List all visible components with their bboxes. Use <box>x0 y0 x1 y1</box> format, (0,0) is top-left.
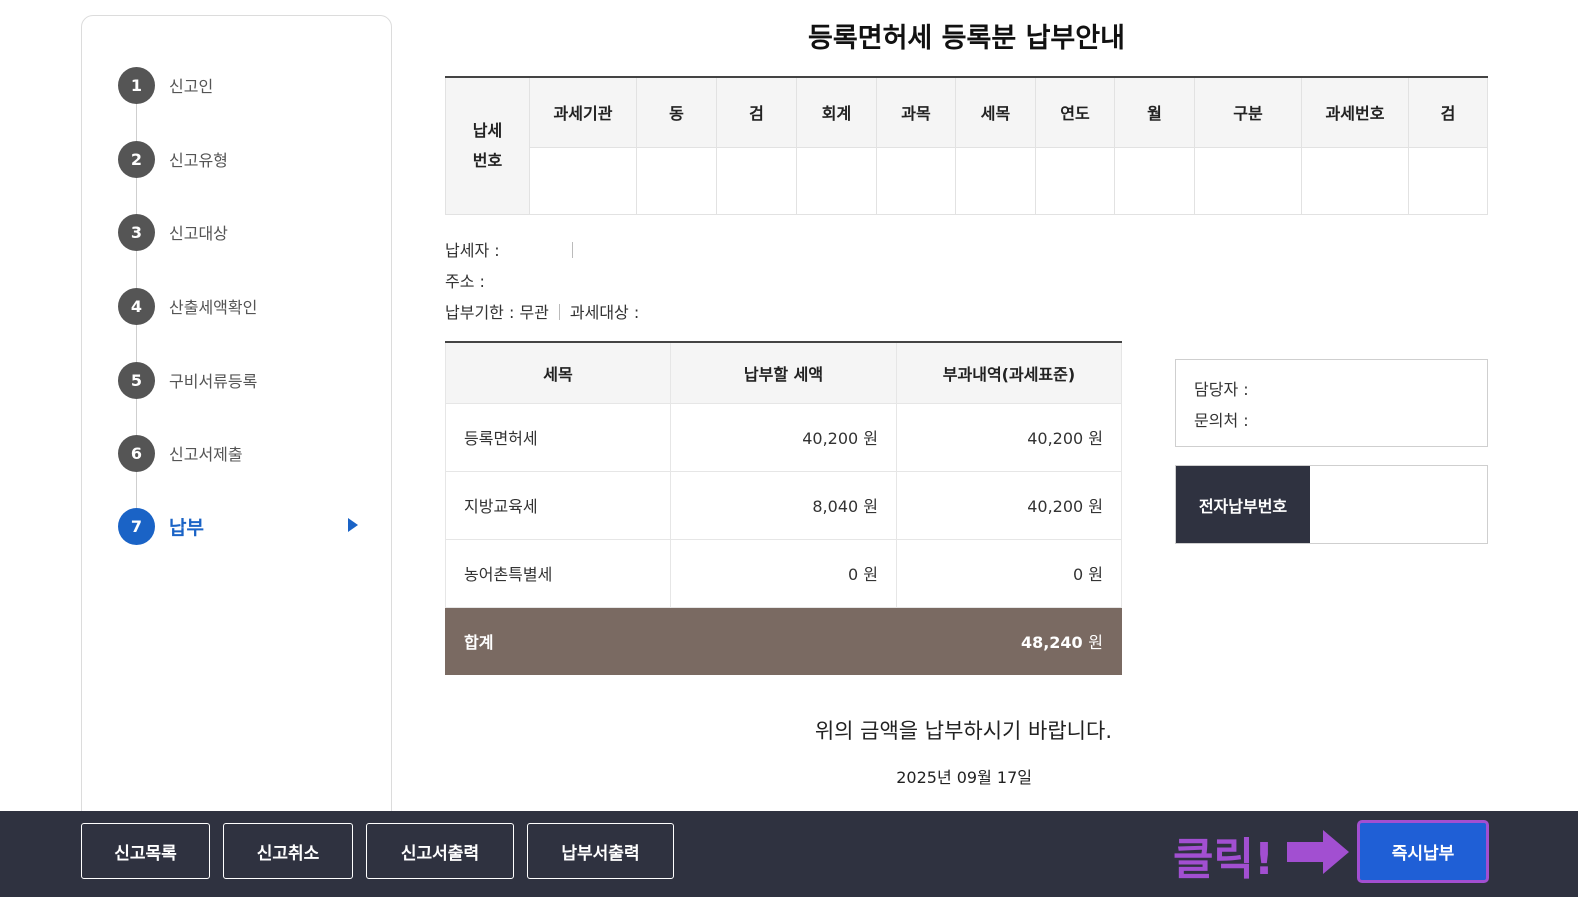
table-row <box>446 146 1488 215</box>
column-header: 회계 <box>796 76 877 148</box>
column-header: 동 <box>636 76 717 148</box>
payment-notice: 위의 금액을 납부하시기 바랍니다. <box>814 719 1112 743</box>
step-label: 신고서제출 <box>169 445 243 464</box>
arrow-right-icon <box>1287 830 1349 874</box>
step-number: 4 <box>118 287 155 325</box>
table-row: 등록면허세 40,200 원 40,200 원 <box>445 402 1122 472</box>
column-header: 세목 <box>955 76 1036 148</box>
step-number: 6 <box>118 434 155 472</box>
step-2[interactable]: 2 신고유형 <box>118 140 358 178</box>
column-header: 과세번호 <box>1301 76 1409 148</box>
column-header: 검 <box>1408 76 1488 148</box>
table-cell <box>1114 146 1195 215</box>
tax-item: 등록면허세 <box>445 402 671 472</box>
click-hint: 클릭! <box>1173 834 1275 885</box>
table-cell <box>1035 146 1115 215</box>
divider <box>571 242 573 258</box>
address-line: 주소 : <box>445 266 639 297</box>
step-5[interactable]: 5 구비서류등록 <box>118 361 358 399</box>
step-number: 2 <box>118 140 155 178</box>
column-header: 구분 <box>1194 76 1302 148</box>
table-cell <box>529 146 637 215</box>
report-cancel-button[interactable]: 신고취소 <box>223 823 353 879</box>
print-report-button[interactable]: 신고서출력 <box>366 823 514 879</box>
tax-basis: 40,200 원 <box>896 402 1122 472</box>
step-4[interactable]: 4 산출세액확인 <box>118 287 358 325</box>
step-label: 신고대상 <box>169 224 228 243</box>
step-7-active[interactable]: 7 납부 <box>118 507 358 545</box>
column-header: 연도 <box>1035 76 1115 148</box>
table-cell <box>1408 146 1488 215</box>
column-header: 과목 <box>876 76 956 148</box>
total-amount-cell: 48,240 원 <box>896 606 1122 675</box>
page-title: 등록면허세 등록분 납부안내 <box>808 23 1125 54</box>
print-payment-slip-button[interactable]: 납부서출력 <box>527 823 674 879</box>
step-label: 구비서류등록 <box>169 372 258 391</box>
step-number: 5 <box>118 361 155 399</box>
step-number: 3 <box>118 213 155 251</box>
manager-label: 담당자 : <box>1194 380 1249 399</box>
instant-pay-button[interactable]: 즉시납부 <box>1357 820 1489 883</box>
caret-right-icon <box>348 518 358 532</box>
step-3[interactable]: 3 신고대상 <box>118 213 358 251</box>
due-label: 납부기한 : 무관 <box>445 303 549 322</box>
table-cell <box>796 146 877 215</box>
total-amount: 48,240 <box>1020 632 1083 652</box>
column-header: 납부할 세액 <box>670 341 897 404</box>
tax-number-table: 납세 번호 과세기관 동 검 회계 과목 세목 연도 월 구분 과세번호 검 <box>445 76 1488 215</box>
payer-line: 납세자 : <box>445 235 639 266</box>
epay-label: 전자납부번호 <box>1176 466 1310 543</box>
column-header: 월 <box>1114 76 1195 148</box>
tax-basis: 40,200 원 <box>896 470 1122 540</box>
notice-date: 2025년 09월 17일 <box>896 768 1032 787</box>
tax-item: 농어촌특별세 <box>445 538 671 608</box>
payer-label: 납세자 : <box>445 241 500 260</box>
step-6[interactable]: 6 신고서제출 <box>118 434 358 472</box>
table-cell <box>1301 146 1409 215</box>
bottom-action-bar: 신고목록 신고취소 신고서출력 납부서출력 클릭! 즉시납부 <box>0 811 1578 897</box>
step-sidebar: 1 신고인 2 신고유형 3 신고대상 4 산출세액확인 5 구비서류등록 6 … <box>81 15 392 835</box>
total-label: 합계 <box>445 606 897 675</box>
epay-value <box>1310 466 1487 543</box>
tax-basis: 0 원 <box>896 538 1122 608</box>
step-label: 신고인 <box>169 77 214 96</box>
tax-item: 지방교육세 <box>445 470 671 540</box>
divider <box>558 304 560 320</box>
table-cell <box>955 146 1036 215</box>
due-line: 납부기한 : 무관 과세대상 : <box>445 297 639 328</box>
table-cell <box>1194 146 1302 215</box>
epay-number-box: 전자납부번호 <box>1175 465 1488 544</box>
step-label: 신고유형 <box>169 151 228 170</box>
table-cell <box>716 146 797 215</box>
step-1[interactable]: 1 신고인 <box>118 66 358 104</box>
address-label: 주소 : <box>445 272 485 291</box>
tax-amount: 40,200 원 <box>670 402 897 472</box>
total-row: 합계 48,240 원 <box>445 606 1122 675</box>
payer-info: 납세자 : 주소 : 납부기한 : 무관 과세대상 : <box>445 235 639 328</box>
column-header: 부과내역(과세표준) <box>896 341 1122 404</box>
step-number: 1 <box>118 66 155 104</box>
step-label: 납부 <box>169 516 204 539</box>
table-cell <box>636 146 717 215</box>
tax-number-row-header: 납세 번호 <box>445 76 530 215</box>
table-row: 농어촌특별세 0 원 0 원 <box>445 538 1122 608</box>
payment-table: 세목 납부할 세액 부과내역(과세표준) 등록면허세 40,200 원 40,2… <box>445 341 1122 675</box>
inquiry-label: 문의처 : <box>1194 411 1249 430</box>
table-row: 지방교육세 8,040 원 40,200 원 <box>445 470 1122 540</box>
tax-amount: 8,040 원 <box>670 470 897 540</box>
total-unit: 원 <box>1088 632 1103 652</box>
tax-amount: 0 원 <box>670 538 897 608</box>
target-label: 과세대상 : <box>569 303 640 322</box>
step-label: 산출세액확인 <box>169 298 258 317</box>
step-number: 7 <box>118 507 155 545</box>
column-header: 세목 <box>445 341 671 404</box>
contact-box: 담당자 : 문의처 : <box>1175 359 1488 447</box>
table-cell <box>876 146 956 215</box>
column-header: 검 <box>716 76 797 148</box>
report-list-button[interactable]: 신고목록 <box>81 823 210 879</box>
column-header: 과세기관 <box>529 76 637 148</box>
